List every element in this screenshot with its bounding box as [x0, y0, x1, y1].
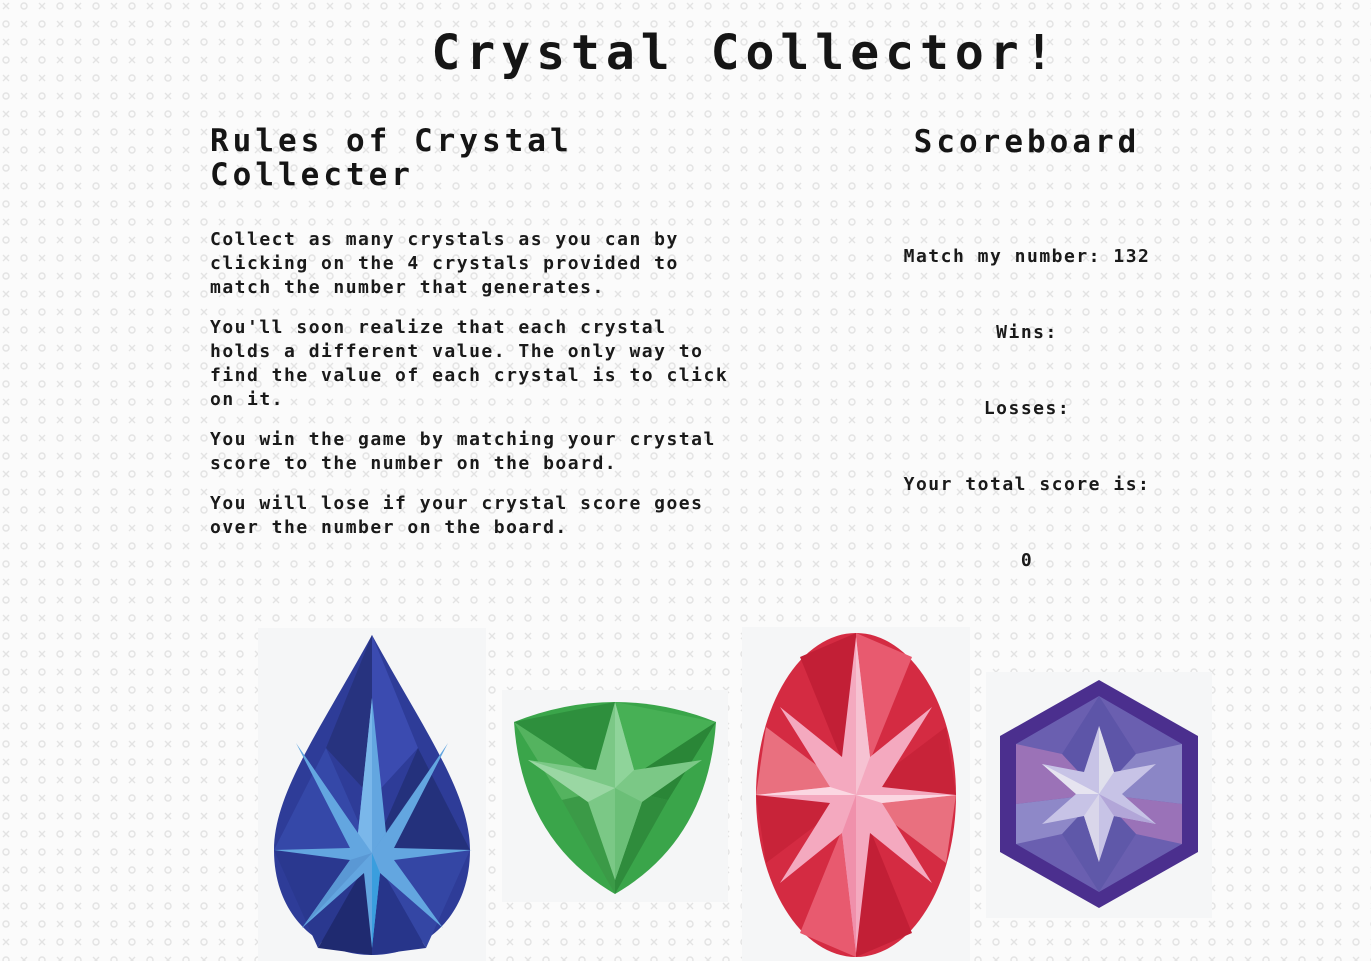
total-score-value: 0: [1020, 550, 1034, 571]
wins-line: Wins:: [840, 322, 1214, 343]
rules-paragraph-3: You win the game by matching your crysta…: [210, 429, 716, 474]
match-number-line: Match my number: 132: [840, 246, 1214, 267]
losses-line: Losses:: [840, 398, 1214, 419]
red-crystal-icon: [756, 633, 956, 957]
green-crystal-button[interactable]: [502, 690, 728, 902]
red-crystal-button[interactable]: [742, 627, 970, 961]
scoreboard-heading: Scoreboard: [913, 124, 1141, 160]
rules-paragraph-4: You will lose if your crystal score goes…: [210, 493, 704, 538]
rules-paragraph-2: You'll soon realize that each crystal ho…: [210, 317, 729, 410]
rules-section: Rules of Crystal Collecter Collect as ma…: [210, 124, 730, 556]
blue-crystal-button[interactable]: [258, 628, 486, 961]
losses-label: Losses:: [983, 398, 1071, 419]
wins-label: Wins:: [996, 322, 1058, 343]
purple-crystal-button[interactable]: [986, 672, 1212, 918]
purple-crystal-icon: [1000, 680, 1198, 908]
blue-crystal-icon: [274, 635, 472, 955]
scoreboard-section: Scoreboard Match my number: 132 Wins: Lo…: [840, 124, 1214, 571]
rules-heading: Rules of Crystal Collecter: [210, 123, 573, 193]
match-number-label: Match my number:: [903, 246, 1102, 267]
match-number-value: 132: [1113, 246, 1151, 267]
page-title: Crystal Collector!: [431, 25, 1060, 81]
green-crystal-icon: [514, 702, 716, 894]
total-score-label: Your total score is:: [903, 474, 1151, 495]
rules-paragraph-1: Collect as many crystals as you can by c…: [210, 229, 679, 298]
